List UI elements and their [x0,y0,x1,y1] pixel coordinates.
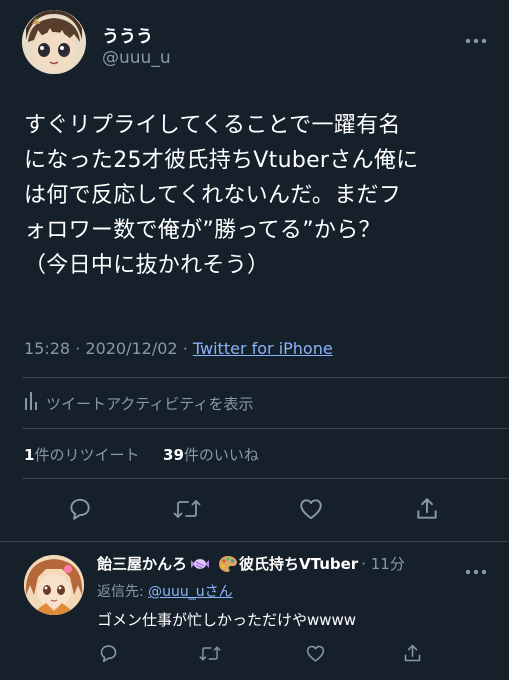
more-dots-icon[interactable] [465,561,487,575]
retweet-label: 件のリツイート [34,446,140,464]
reply-author-line: 飴三屋かんろ 彼氏持ちVTuber · 11分 [97,553,405,574]
like-stat[interactable]: 39件のいいね [163,446,259,464]
retweet-stat[interactable]: 1件のリツイート [24,446,139,464]
reply-to-label: 返信先: [97,584,149,600]
author-avatar[interactable] [22,10,86,74]
tweet-source-link[interactable]: Twitter for iPhone [193,339,333,358]
more-dots-icon[interactable] [465,30,487,44]
retweet-count: 1 [24,446,35,464]
reply-bubble-icon[interactable] [65,494,95,524]
meta-separator: · [182,339,188,358]
tweet-text: すぐリプライしてくることで一躍有名 になった25才彼氏持ちVtuberさん俺に … [24,113,419,278]
reply-action-bar [0,642,509,664]
tweet-time: 15:28 [24,339,71,358]
tweet-stats: 1件のリツイート 39件のいいね [24,444,259,465]
divider [22,428,509,429]
tweet-action-bar [0,494,509,524]
reply-author-name-part1[interactable]: 飴三屋かんろ [97,553,187,574]
share-icon[interactable] [401,642,423,664]
reply-to-mention[interactable]: @uuu_uさん [148,584,233,600]
divider [22,377,509,378]
author-handle[interactable]: @uuu_u [102,48,171,68]
reply-tweet[interactable]: 飴三屋かんろ 彼氏持ちVTuber · 11分 返信先: @uuu_uさん ゴメ… [0,543,509,680]
heart-icon[interactable] [296,494,326,524]
tweet-activity-link[interactable]: ツイートアクティビティを表示 [24,392,253,414]
candy-emoji [190,555,210,573]
meta-separator: · [75,339,81,358]
like-label: 件のいいね [183,446,259,464]
activity-label: ツイートアクティビティを表示 [46,394,254,413]
reply-text: ゴメン仕事が忙しかっただけやwwww [97,611,357,629]
reply-time: · 11分 [361,555,405,573]
like-count: 39 [163,446,184,464]
tweet-header: ううう @uuu_u [22,10,487,84]
retweet-icon[interactable] [199,642,221,664]
author-display-name[interactable]: ううう [102,22,153,47]
retweet-icon[interactable] [172,494,202,524]
reply-bubble-icon[interactable] [97,642,119,664]
palette-emoji [218,555,238,573]
heart-icon[interactable] [304,642,326,664]
divider [22,478,509,479]
bar-chart-icon [24,392,38,414]
reply-author-name-part2[interactable]: 彼氏持ちVTuber [239,553,358,574]
tweet-meta: 15:28 · 2020/12/02 · Twitter for iPhone [24,339,333,358]
share-icon[interactable] [412,494,442,524]
divider [0,541,509,542]
reply-to-line: 返信先: @uuu_uさん [97,581,233,601]
tweet-date: 2020/12/02 [85,339,178,358]
reply-author-avatar[interactable] [24,555,84,615]
